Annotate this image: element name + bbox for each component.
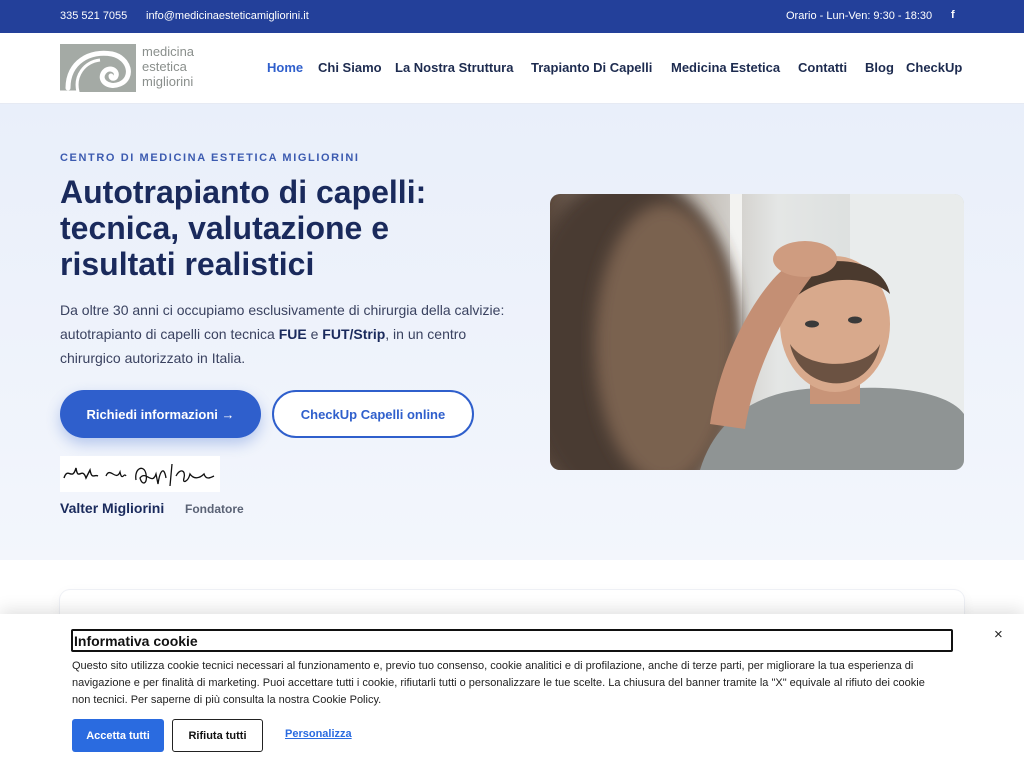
cookie-banner: Informativa cookie × Questo sito utilizz… [0, 614, 1024, 768]
hero-photo [550, 194, 964, 470]
lead-fue: FUE [278, 326, 307, 342]
hero-lead: Da oltre 30 anni ci occupiamo esclusivam… [60, 298, 530, 370]
nav-checkup[interactable]: CheckUp [906, 60, 962, 75]
nav-trapianto-di-capelli[interactable]: Trapianto Di Capelli [531, 60, 652, 75]
customize-link[interactable]: Personalizza [285, 728, 352, 740]
founder-role: Fondatore [185, 502, 244, 516]
logo-line-3: migliorini [142, 74, 194, 89]
cookie-text: Questo sito utilizza cookie tecnici nece… [72, 660, 925, 706]
hero-section: CENTRO DI MEDICINA ESTETICA MIGLIORINI A… [0, 104, 1024, 560]
hero-title-line-3: risultati realistici [60, 246, 315, 282]
founder-signature [60, 456, 220, 492]
top-bar: 335 521 7055 info@medicinaesteticamiglio… [0, 0, 1024, 33]
reject-all-button[interactable]: Rifiuta tutti [172, 719, 263, 752]
close-icon[interactable]: × [994, 626, 1003, 643]
opening-hours: Orario - Lun-Ven: 9:30 - 18:30 [786, 10, 933, 22]
hero-title-line-1: Autotrapianto di capelli: [60, 174, 427, 210]
founder-name: Valter Migliorini [60, 500, 165, 516]
accept-all-button[interactable]: Accetta tutti [72, 719, 164, 752]
checkup-online-button[interactable]: CheckUp Capelli online [272, 390, 474, 438]
nav-medicina-estetica[interactable]: Medicina Estetica [671, 60, 780, 75]
logo-wordmark: medicina estetica migliorini [142, 44, 194, 89]
nav-la-nostra-struttura[interactable]: La Nostra Struttura [395, 60, 513, 75]
site-header: medicina estetica migliorini Home Chi Si… [0, 33, 1024, 104]
phone-link[interactable]: 335 521 7055 [60, 10, 127, 22]
lead-fut: FUT/Strip [322, 326, 386, 342]
email-link[interactable]: info@medicinaesteticamigliorini.it [146, 10, 309, 22]
nav-chi-siamo[interactable]: Chi Siamo [318, 60, 382, 75]
request-info-button[interactable]: Richiedi informazioni → [60, 390, 261, 438]
hero-eyebrow: CENTRO DI MEDICINA ESTETICA MIGLIORINI [60, 152, 360, 164]
logo-line-1: medicina [142, 44, 195, 59]
logo-mark [60, 44, 136, 92]
nav-contatti[interactable]: Contatti [798, 60, 847, 75]
nav-blog[interactable]: Blog [865, 60, 894, 75]
facebook-icon[interactable]: f [951, 9, 955, 21]
lead-text-2: e [306, 326, 323, 342]
nav-home[interactable]: Home [267, 60, 303, 75]
cookie-title: Informativa cookie [71, 629, 953, 652]
hero-title-line-2: tecnica, valutazione e [60, 210, 390, 246]
logo-line-2: estetica [142, 59, 187, 74]
logo[interactable]: medicina estetica migliorini [60, 44, 210, 92]
hero-title: Autotrapianto di capelli: tecnica, valut… [60, 174, 530, 282]
